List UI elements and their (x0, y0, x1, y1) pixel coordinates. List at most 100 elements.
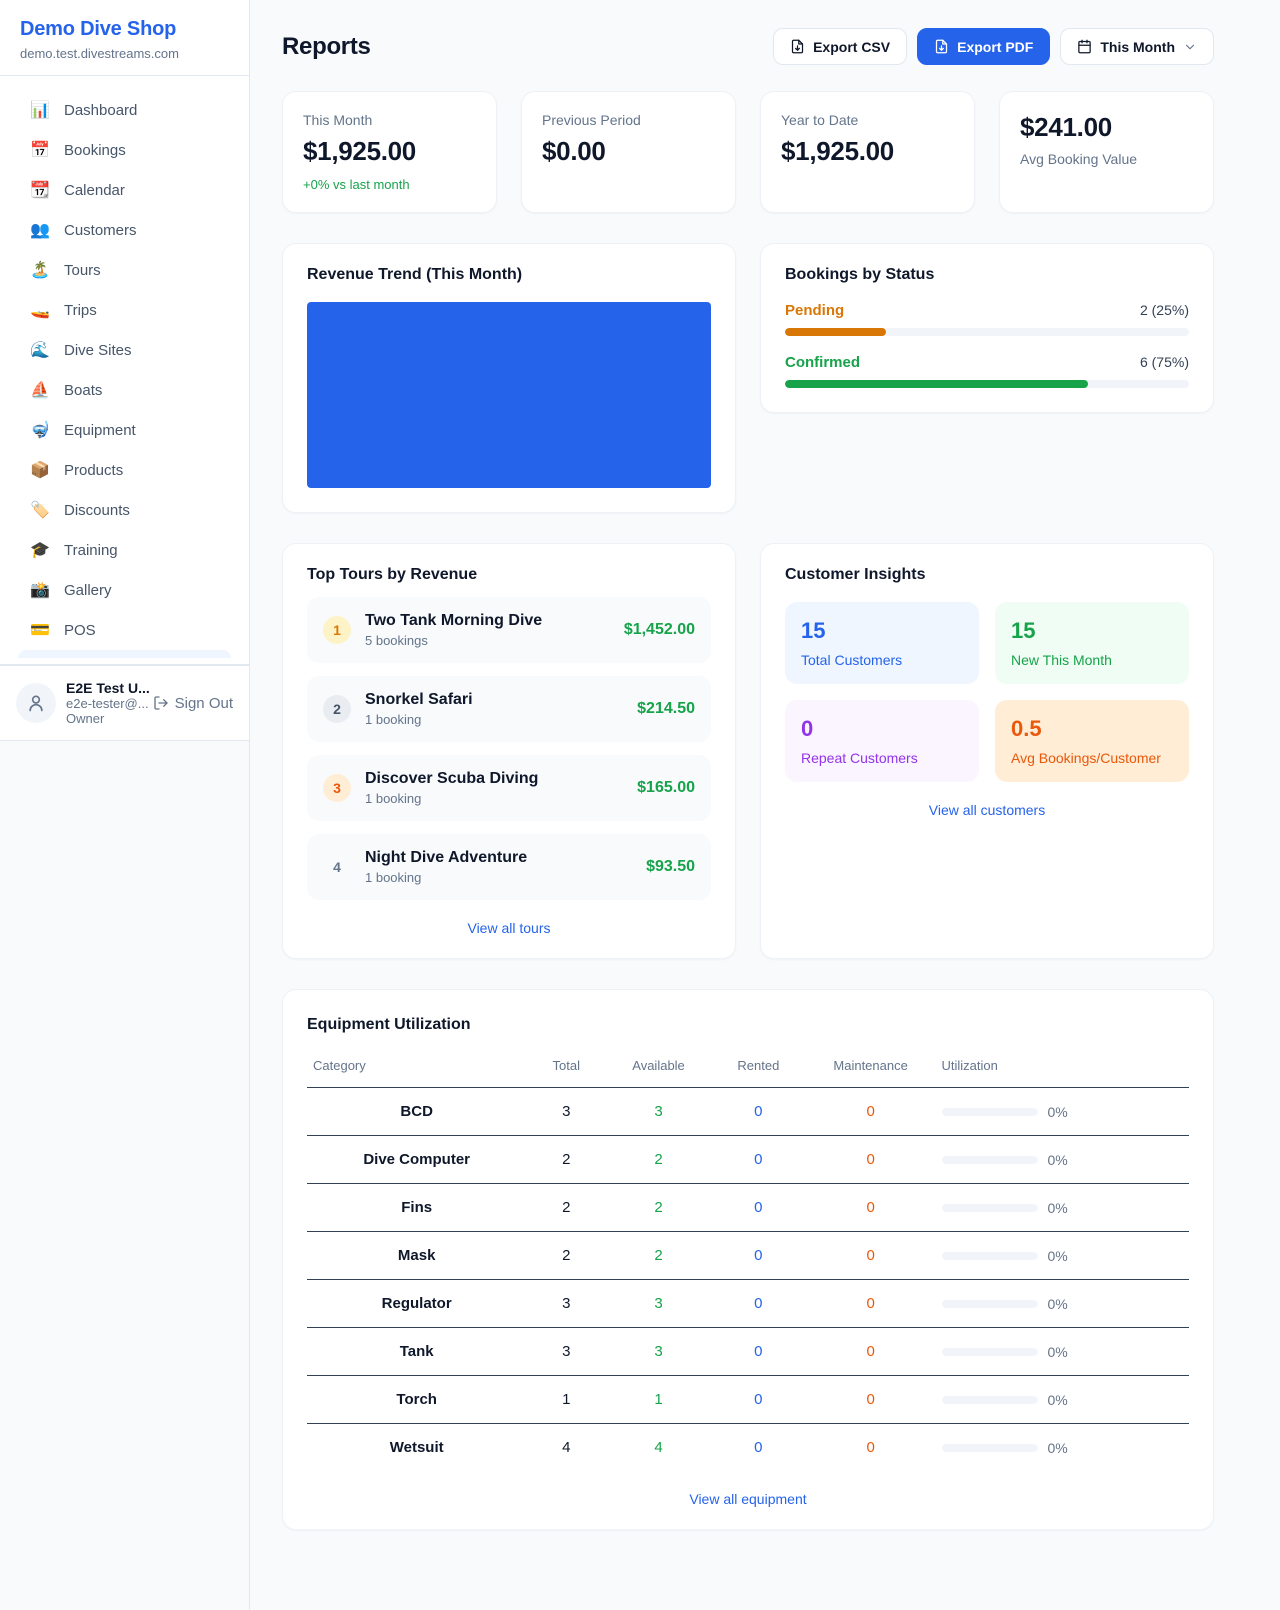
table-row: Tank 3 3 0 0 0% (307, 1328, 1189, 1376)
cell-total: 3 (526, 1280, 606, 1328)
sidebar-item-label: Dive Sites (64, 342, 132, 359)
cell-available: 2 (606, 1232, 711, 1280)
col-header-category: Category (307, 1048, 526, 1088)
top-tours-title: Top Tours by Revenue (307, 566, 711, 584)
col-header-rented: Rented (711, 1048, 806, 1088)
tile-value: 15 (1011, 618, 1173, 644)
cell-rented: 0 (711, 1280, 806, 1328)
status-bar-track (785, 380, 1189, 388)
cell-maintenance: 0 (806, 1376, 936, 1424)
tile-avg-bookings: 0.5 Avg Bookings/Customer (995, 700, 1189, 782)
dashboard-icon: 📊 (30, 100, 50, 120)
export-csv-label: Export CSV (813, 39, 890, 55)
sidebar-item-trips[interactable]: 🚤 Trips (12, 290, 237, 330)
tour-bookings: 5 bookings (365, 633, 610, 648)
sidebar-item-reports-partial[interactable] (18, 650, 231, 658)
sidebar-item-boats[interactable]: ⛵Boats (12, 370, 237, 410)
tour-bookings: 1 booking (365, 712, 623, 727)
sidebar-item-equipment[interactable]: 🤿Equipment (12, 410, 237, 450)
sidebar-item-tours[interactable]: 🏝️Tours (12, 250, 237, 290)
equipment-table: Category Total Available Rented Maintena… (307, 1048, 1189, 1471)
tour-name: Snorkel Safari (365, 691, 623, 709)
revenue-trend-title: Revenue Trend (This Month) (307, 266, 711, 284)
sidebar-item-label: Dashboard (64, 102, 137, 119)
user-panel: E2E Test U... e2e-tester@... Owner Sign … (0, 665, 249, 741)
chevron-down-icon (1183, 40, 1197, 54)
trips-icon: 🚤 (30, 300, 50, 320)
cell-rented: 0 (711, 1376, 806, 1424)
cell-rented: 0 (711, 1424, 806, 1472)
sign-out-button[interactable]: Sign Out (153, 695, 233, 712)
cell-available: 2 (606, 1184, 711, 1232)
sidebar-item-label: Discounts (64, 502, 130, 519)
file-download-icon (934, 39, 949, 54)
view-all-equipment-link[interactable]: View all equipment (307, 1491, 1189, 1507)
sidebar-item-training[interactable]: 🎓Training (12, 530, 237, 570)
calendar-icon (1077, 39, 1092, 54)
table-row: BCD 3 3 0 0 0% (307, 1088, 1189, 1136)
rank-badge: 1 (323, 616, 351, 644)
export-pdf-button[interactable]: Export PDF (917, 28, 1050, 65)
cell-category: Fins (307, 1184, 526, 1232)
sidebar-item-label: Tours (64, 262, 101, 279)
cell-rented: 0 (711, 1184, 806, 1232)
sidebar-item-bookings[interactable]: 📅Bookings (12, 130, 237, 170)
cell-rented: 0 (711, 1136, 806, 1184)
sidebar-item-dashboard[interactable]: 📊 Dashboard (12, 90, 237, 130)
tile-value: 0.5 (1011, 716, 1173, 742)
rank-badge: 4 (323, 853, 351, 881)
col-header-maintenance: Maintenance (806, 1048, 936, 1088)
sidebar-item-calendar[interactable]: 📆Calendar (12, 170, 237, 210)
sidebar-item-products[interactable]: 📦Products (12, 450, 237, 490)
customer-insights-card: Customer Insights 15 Total Customers 15 … (760, 543, 1214, 959)
status-value-pending: 2 (25%) (1140, 302, 1189, 318)
stat-card-year-to-date: Year to Date $1,925.00 (760, 91, 975, 213)
cell-category: Tank (307, 1328, 526, 1376)
view-all-customers-link[interactable]: View all customers (785, 802, 1189, 818)
utilization-bar (942, 1444, 1038, 1452)
shop-name: Demo Dive Shop (20, 18, 229, 41)
main-content: Reports Export CSV Export PDF This Month… (282, 0, 1214, 1530)
logout-icon (153, 695, 169, 711)
export-csv-button[interactable]: Export CSV (773, 28, 907, 65)
sidebar-item-discounts[interactable]: 🏷️Discounts (12, 490, 237, 530)
utilization-bar (942, 1300, 1038, 1308)
stat-label: This Month (303, 112, 476, 128)
person-icon (26, 693, 46, 713)
cell-available: 4 (606, 1424, 711, 1472)
status-value-confirmed: 6 (75%) (1140, 354, 1189, 370)
tile-value: 0 (801, 716, 963, 742)
utilization-bar (942, 1396, 1038, 1404)
cell-total: 4 (526, 1424, 606, 1472)
tour-row-1: 1 Two Tank Morning Dive 5 bookings $1,45… (307, 597, 711, 663)
boats-icon: ⛵ (30, 380, 50, 400)
sidebar-item-gallery[interactable]: 📸Gallery (12, 570, 237, 610)
tour-revenue: $165.00 (637, 779, 695, 797)
sidebar-item-dive-sites[interactable]: 🌊Dive Sites (12, 330, 237, 370)
view-all-tours-link[interactable]: View all tours (307, 920, 711, 936)
avatar (16, 683, 56, 723)
tile-label: Total Customers (801, 652, 963, 668)
shop-domain: demo.test.divestreams.com (20, 46, 229, 61)
revenue-trend-chart (307, 302, 711, 488)
bookings-by-status-title: Bookings by Status (785, 266, 1189, 284)
period-select[interactable]: This Month (1060, 28, 1214, 65)
utilization-label: 0% (1048, 1440, 1068, 1456)
user-name: E2E Test U... (66, 680, 143, 696)
sign-out-label: Sign Out (175, 695, 233, 712)
sidebar-item-label: Trips (64, 302, 97, 319)
sidebar-item-pos[interactable]: 💳POS (12, 610, 237, 650)
tour-bookings: 1 booking (365, 870, 632, 885)
sidebar-nav: 📊 Dashboard 📅Bookings 📆Calendar 👥Customer… (0, 76, 249, 665)
stat-value: $1,925.00 (781, 136, 954, 167)
tile-new-this-month: 15 New This Month (995, 602, 1189, 684)
tour-row-4: 4 Night Dive Adventure 1 booking $93.50 (307, 834, 711, 900)
sidebar-item-customers[interactable]: 👥Customers (12, 210, 237, 250)
utilization-label: 0% (1048, 1200, 1068, 1216)
utilization-bar (942, 1348, 1038, 1356)
bookings-by-status-card: Bookings by Status Pending 2 (25%) Confi… (760, 243, 1214, 413)
cell-maintenance: 0 (806, 1328, 936, 1376)
utilization-label: 0% (1048, 1248, 1068, 1264)
status-bar-fill-pending (785, 328, 886, 336)
utilization-bar (942, 1156, 1038, 1164)
